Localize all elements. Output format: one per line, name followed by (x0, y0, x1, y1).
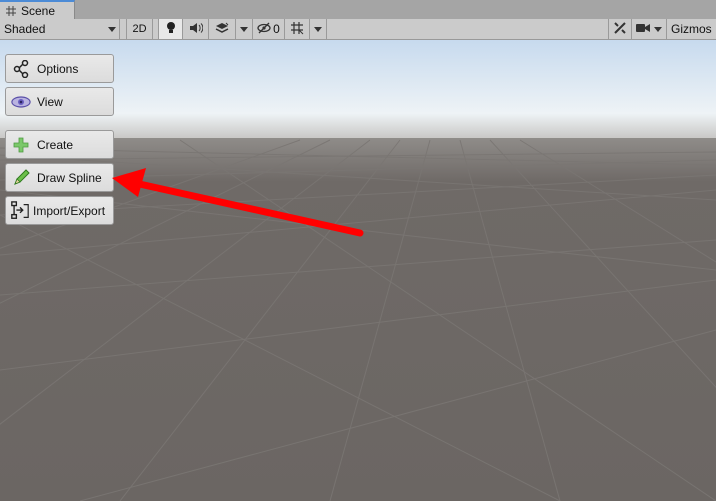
create-button[interactable]: Create (5, 130, 114, 159)
shading-mode-dropdown[interactable]: Shaded (0, 19, 120, 39)
view-label: View (37, 94, 63, 109)
tab-scene[interactable]: Scene (0, 0, 75, 19)
plus-icon (11, 135, 31, 155)
eye-slash-icon (257, 22, 271, 37)
speaker-icon (189, 22, 203, 37)
chevron-down-icon (654, 26, 662, 32)
effects-dropdown-button[interactable] (236, 19, 253, 39)
toggle-2d-button[interactable]: 2D (126, 19, 153, 39)
options-label: Options (37, 61, 79, 76)
audio-toggle-button[interactable] (183, 19, 209, 39)
gizmos-button[interactable]: Gizmos (667, 19, 716, 39)
shading-mode-label: Shaded (4, 22, 46, 36)
tools-icon (613, 21, 627, 38)
tools-toggle-button[interactable] (608, 19, 632, 39)
grid-snap-toggle-button[interactable] (285, 19, 310, 39)
toggle-2d-label: 2D (132, 23, 147, 35)
view-button[interactable]: View (5, 87, 114, 116)
eye-icon (11, 92, 31, 112)
pencil-icon (11, 168, 31, 188)
gizmos-label: Gizmos (671, 22, 712, 36)
create-label: Create (37, 137, 74, 152)
grid-icon (6, 5, 16, 16)
import-export-label: Import/Export (33, 203, 106, 218)
lightbulb-icon (166, 21, 176, 37)
options-button[interactable]: Options (5, 54, 114, 83)
import-export-button[interactable]: Import/Export (5, 196, 114, 225)
camera-settings-button[interactable] (632, 19, 667, 39)
tab-label: Scene (21, 3, 56, 18)
draw-spline-button[interactable]: Draw Spline (5, 163, 114, 192)
chevron-down-icon (108, 27, 116, 32)
chevron-down-icon (240, 26, 248, 32)
grid-dropdown-button[interactable] (310, 19, 327, 39)
hidden-objects-toggle-button[interactable]: 0 (253, 19, 285, 39)
hierarchy-icon (11, 59, 31, 79)
scene-viewport[interactable]: Options View Create Draw Spline Import/E… (0, 40, 716, 501)
draw-spline-label: Draw Spline (37, 170, 102, 185)
scene-toolbar: Shaded 2D 0 Gizmos (0, 19, 716, 40)
effects-toggle-button[interactable] (209, 19, 236, 39)
window-tab-bar: Scene (0, 0, 716, 20)
grid-snap-icon (290, 21, 304, 38)
import-export-icon (10, 200, 30, 221)
layers-icon (215, 22, 229, 37)
lighting-toggle-button[interactable] (158, 19, 183, 39)
chevron-down-icon (314, 26, 322, 32)
camera-icon (636, 23, 650, 36)
hidden-count: 0 (273, 22, 280, 36)
